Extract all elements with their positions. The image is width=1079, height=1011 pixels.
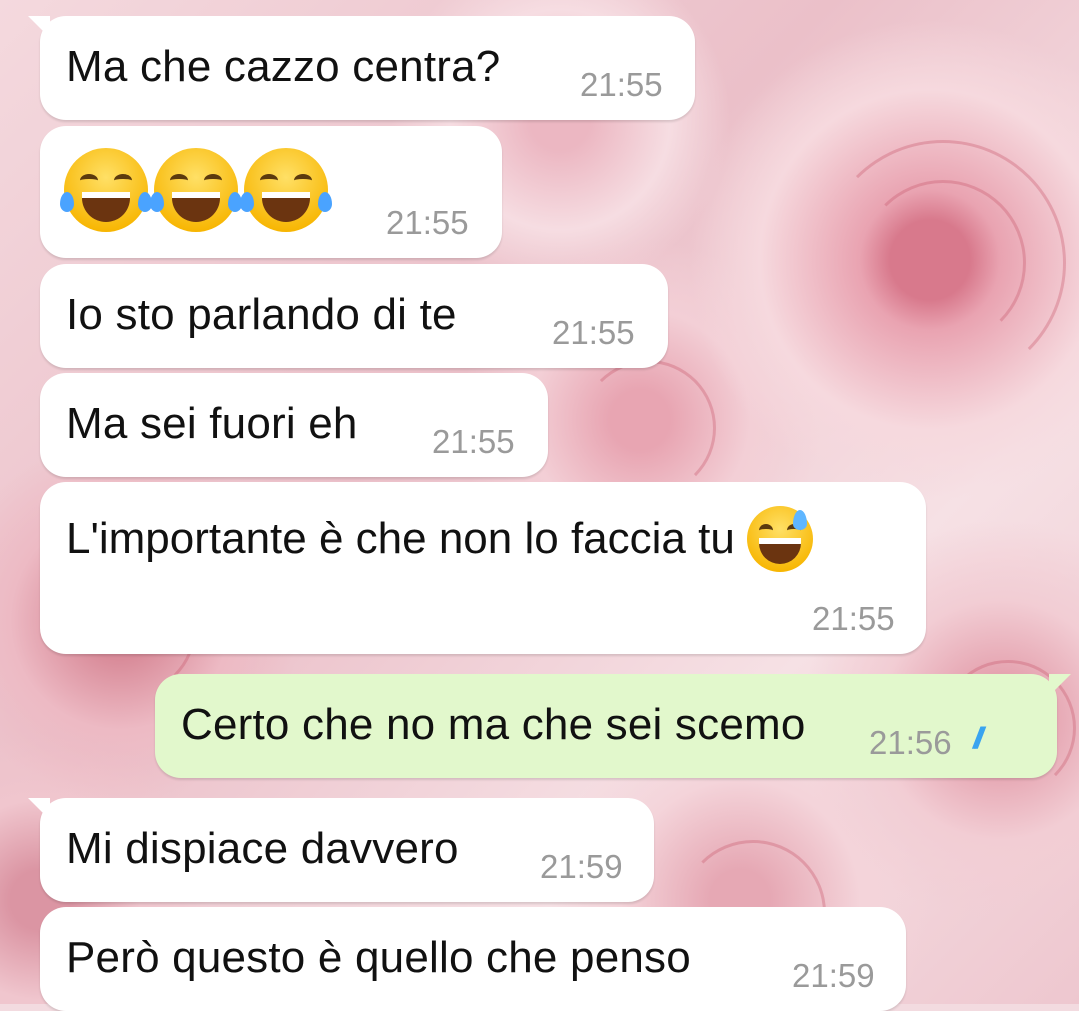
outgoing-message[interactable]: Certo che no ma che sei scemo 21:56 //	[155, 674, 1071, 778]
message-timestamp: 21:55	[812, 600, 895, 637]
message-text: Io sto parlando di te	[66, 290, 457, 339]
rose-petal-decoration	[580, 360, 716, 496]
message-timestamp: 21:59	[540, 848, 623, 885]
message-text: Certo che no ma che sei scemo	[181, 700, 806, 749]
message-text: Però questo è quello che penso	[66, 933, 691, 982]
emoji-row	[60, 148, 334, 232]
incoming-message[interactable]: Ma che cazzo centra? 21:55	[28, 16, 695, 120]
message-timestamp: 21:55	[386, 204, 469, 241]
incoming-message[interactable]: Ma sei fuori eh 21:55	[40, 373, 548, 477]
message-timestamp: 21:56	[869, 724, 952, 761]
incoming-message[interactable]: L'importante è che non lo faccia tu 21:5…	[40, 482, 926, 654]
message-text: Mi dispiace davvero	[66, 824, 459, 873]
message-text: Ma sei fuori eh	[66, 399, 358, 448]
message-content: L'importante è che non lo faccia tu	[66, 506, 819, 572]
message-text: L'importante è che non lo faccia tu	[66, 514, 735, 563]
incoming-message[interactable]: 21:55	[40, 126, 502, 258]
face-with-tears-of-joy-icon	[150, 148, 242, 232]
rose-petal-decoration	[820, 140, 1066, 386]
incoming-message[interactable]: Io sto parlando di te 21:55	[40, 264, 668, 368]
incoming-message[interactable]: Però questo è quello che penso 21:59	[40, 907, 906, 1011]
message-timestamp: 21:55	[432, 423, 515, 460]
face-with-tears-of-joy-icon	[60, 148, 152, 232]
grinning-face-with-sweat-icon	[747, 506, 814, 572]
message-text: Ma che cazzo centra?	[66, 42, 501, 91]
face-with-tears-of-joy-icon	[240, 148, 332, 232]
message-timestamp: 21:59	[792, 957, 875, 994]
incoming-message[interactable]: Mi dispiace davvero 21:59	[28, 798, 654, 902]
message-timestamp: 21:55	[552, 314, 635, 351]
message-timestamp: 21:55	[580, 66, 663, 103]
double-check-icon: //	[973, 722, 983, 755]
